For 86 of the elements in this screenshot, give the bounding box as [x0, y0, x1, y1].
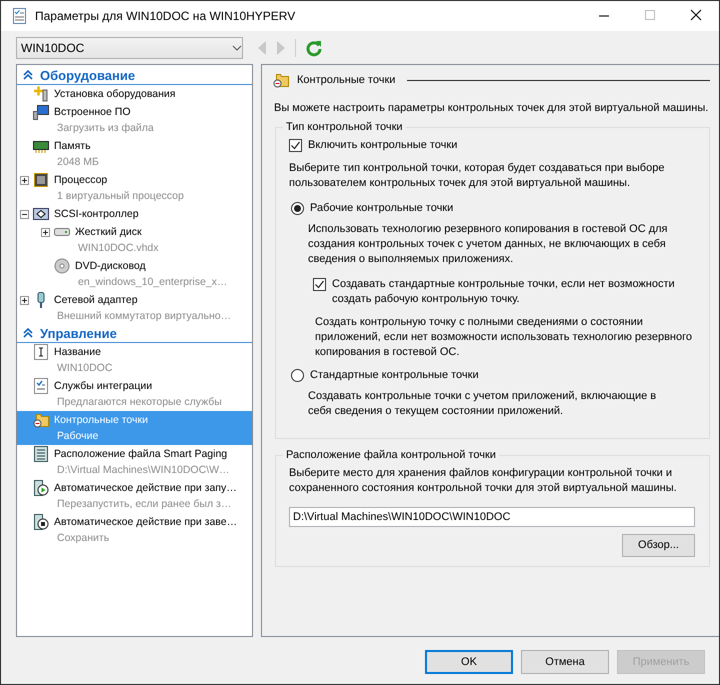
settings-item[interactable]: Установка оборудования — [17, 85, 252, 103]
item-label: DVD-дисковод — [75, 259, 147, 274]
description-text: Вы можете настроить параметры контрольных точек для этой виртуальной машины. — [274, 101, 710, 116]
item-detail: D:\Virtual Machines\WIN10DOC\W… — [56, 463, 230, 478]
option-description: Создавать контрольные точки с учетом приложений, включающие в себя сведения о текущем состоянии приложений. — [308, 389, 658, 419]
disc-icon — [54, 258, 70, 274]
ok-button[interactable]: OK — [425, 650, 513, 674]
chevron-down-icon — [232, 44, 242, 50]
item-label: Название — [54, 345, 102, 360]
monitor-icon — [33, 104, 49, 120]
chevron-up-icon[interactable] — [23, 70, 33, 80]
folder-icon — [273, 72, 289, 88]
item-detail: Предлагаются некоторые службы — [56, 395, 222, 410]
chip-icon — [33, 172, 49, 188]
group-title: Тип контрольной точки — [285, 120, 404, 135]
item-detail: en_windows_10_enterprise_x… — [77, 275, 228, 290]
section-title: Управление — [40, 326, 117, 340]
settings-item[interactable]: DVD-дисковод en_windows_10_enterprise_x… — [17, 257, 252, 291]
item-label: Сетевой адаптер — [54, 293, 139, 308]
item-detail: 2048 МБ — [56, 155, 99, 170]
section-title: Оборудование — [40, 68, 136, 82]
chevron-up-icon[interactable] — [23, 328, 33, 338]
checkbox[interactable] — [289, 139, 302, 152]
item-detail: WIN10DOC.vhdx — [77, 241, 159, 256]
settings-item[interactable]: Жесткий диск WIN10DOC.vhdx — [17, 223, 252, 257]
item-detail: Сохранить — [56, 531, 110, 546]
radio-button[interactable] — [291, 369, 304, 382]
item-detail: 1 виртуальный процессор — [56, 189, 184, 204]
settings-item[interactable]: Расположение файла Smart Paging D:\Virtual Machines\WIN10DOC\W… — [17, 445, 252, 479]
checklist-icon — [33, 378, 49, 394]
item-detail: Внешний коммутатор виртуально… — [56, 309, 232, 324]
path-field[interactable]: D:\Virtual Machines\WIN10DOC\WIN10DOC — [289, 507, 695, 527]
settings-item[interactable]: SCSI-контроллер — [17, 205, 252, 223]
controller-icon — [33, 206, 49, 222]
browse-button[interactable]: Обзор... — [622, 534, 695, 557]
expand-icon[interactable] — [41, 228, 50, 237]
settings-document-icon — [11, 8, 27, 24]
expand-icon[interactable] — [20, 176, 29, 185]
option-description: Использовать технологию резервного копирования в гостевой ОС для создания контрольных точек с учетом данных, не включающих в себя сведения о выполняемых приложениях. — [308, 222, 668, 267]
item-label: Установка оборудования — [54, 87, 176, 102]
item-label: Контрольные точки — [54, 413, 148, 428]
text-cursor-icon — [33, 344, 49, 360]
group-title: Расположение файла контрольной точки — [285, 448, 497, 463]
item-label: Процессор — [54, 173, 108, 188]
plus-device-icon — [33, 86, 49, 102]
settings-item[interactable]: Встроенное ПО Загрузить из файла — [17, 103, 252, 137]
collapse-icon[interactable] — [20, 210, 29, 219]
item-detail: WIN10DOC — [56, 361, 112, 376]
item-detail: Рабочие — [56, 429, 100, 444]
item-label: SCSI-контроллер — [54, 207, 139, 222]
stop-icon — [33, 514, 49, 530]
item-label: Автоматическое действие при запу… — [54, 481, 237, 496]
cancel-button[interactable]: Отмена — [521, 650, 609, 674]
settings-item[interactable]: Автоматическое действие при запу… Перезапустить, если ранее был з… — [17, 479, 252, 513]
settings-item[interactable]: Название WIN10DOC — [17, 343, 252, 377]
item-label: Службы интеграции — [54, 379, 154, 394]
refresh-icon[interactable] — [305, 38, 323, 56]
section-heading: Контрольные точки — [297, 72, 396, 88]
item-label: Встроенное ПО — [54, 105, 132, 120]
hint-text: Выберите тип контрольной точки, которая будет создаваться при выборе пользователем контрольных точек для этой виртуальной машины. — [289, 161, 666, 191]
memory-chip-icon — [33, 138, 49, 154]
item-label: Автоматическое действие при заве… — [54, 515, 238, 530]
folder-icon — [33, 412, 49, 428]
settings-item[interactable]: Процессор 1 виртуальный процессор — [17, 171, 252, 205]
checkbox-label: Создавать стандартные контрольные точки, если нет возможности создать рабочую контрольную точку. — [332, 277, 676, 307]
checkbox[interactable] — [313, 278, 326, 291]
option-description: Создать контрольную точку с полными сведениями о состоянии приложений, если нет возможности использовать технологию резервного копирования в гостевой ОС. — [315, 315, 693, 360]
item-detail: Загрузить из файла — [56, 121, 154, 136]
item-detail: Перезапустить, если ранее был з… — [56, 497, 232, 512]
file-pages-icon — [33, 446, 49, 462]
radio-button[interactable] — [291, 202, 304, 215]
play-icon — [33, 480, 49, 496]
settings-item[interactable]: Службы интеграции Предлагаются некоторые службы — [17, 377, 252, 411]
window-title: Параметры для WIN10DOC на WIN10HYPERV — [35, 9, 296, 23]
item-label: Жесткий диск — [75, 225, 143, 240]
settings-item[interactable]: Автоматическое действие при заве… Сохранить — [17, 513, 252, 547]
vm-selector[interactable]: WIN10DOC — [16, 36, 243, 58]
checkbox-label: Включить контрольные точки — [308, 138, 458, 153]
item-label: Память — [54, 139, 92, 154]
settings-item[interactable]: Сетевой адаптер Внешний коммутатор виртуально… — [17, 291, 252, 325]
radio-label: Стандартные контрольные точки — [310, 368, 479, 383]
expand-icon[interactable] — [20, 296, 29, 305]
item-label: Расположение файла Smart Paging — [54, 447, 228, 462]
settings-item[interactable]: Память 2048 МБ — [17, 137, 252, 171]
hint-text: Выберите место для хранения файлов конфигурации контрольной точки и сохраненного состояния контрольной точки для этой виртуальной машины. — [289, 466, 678, 496]
radio-label: Рабочие контрольные точки — [310, 201, 454, 216]
